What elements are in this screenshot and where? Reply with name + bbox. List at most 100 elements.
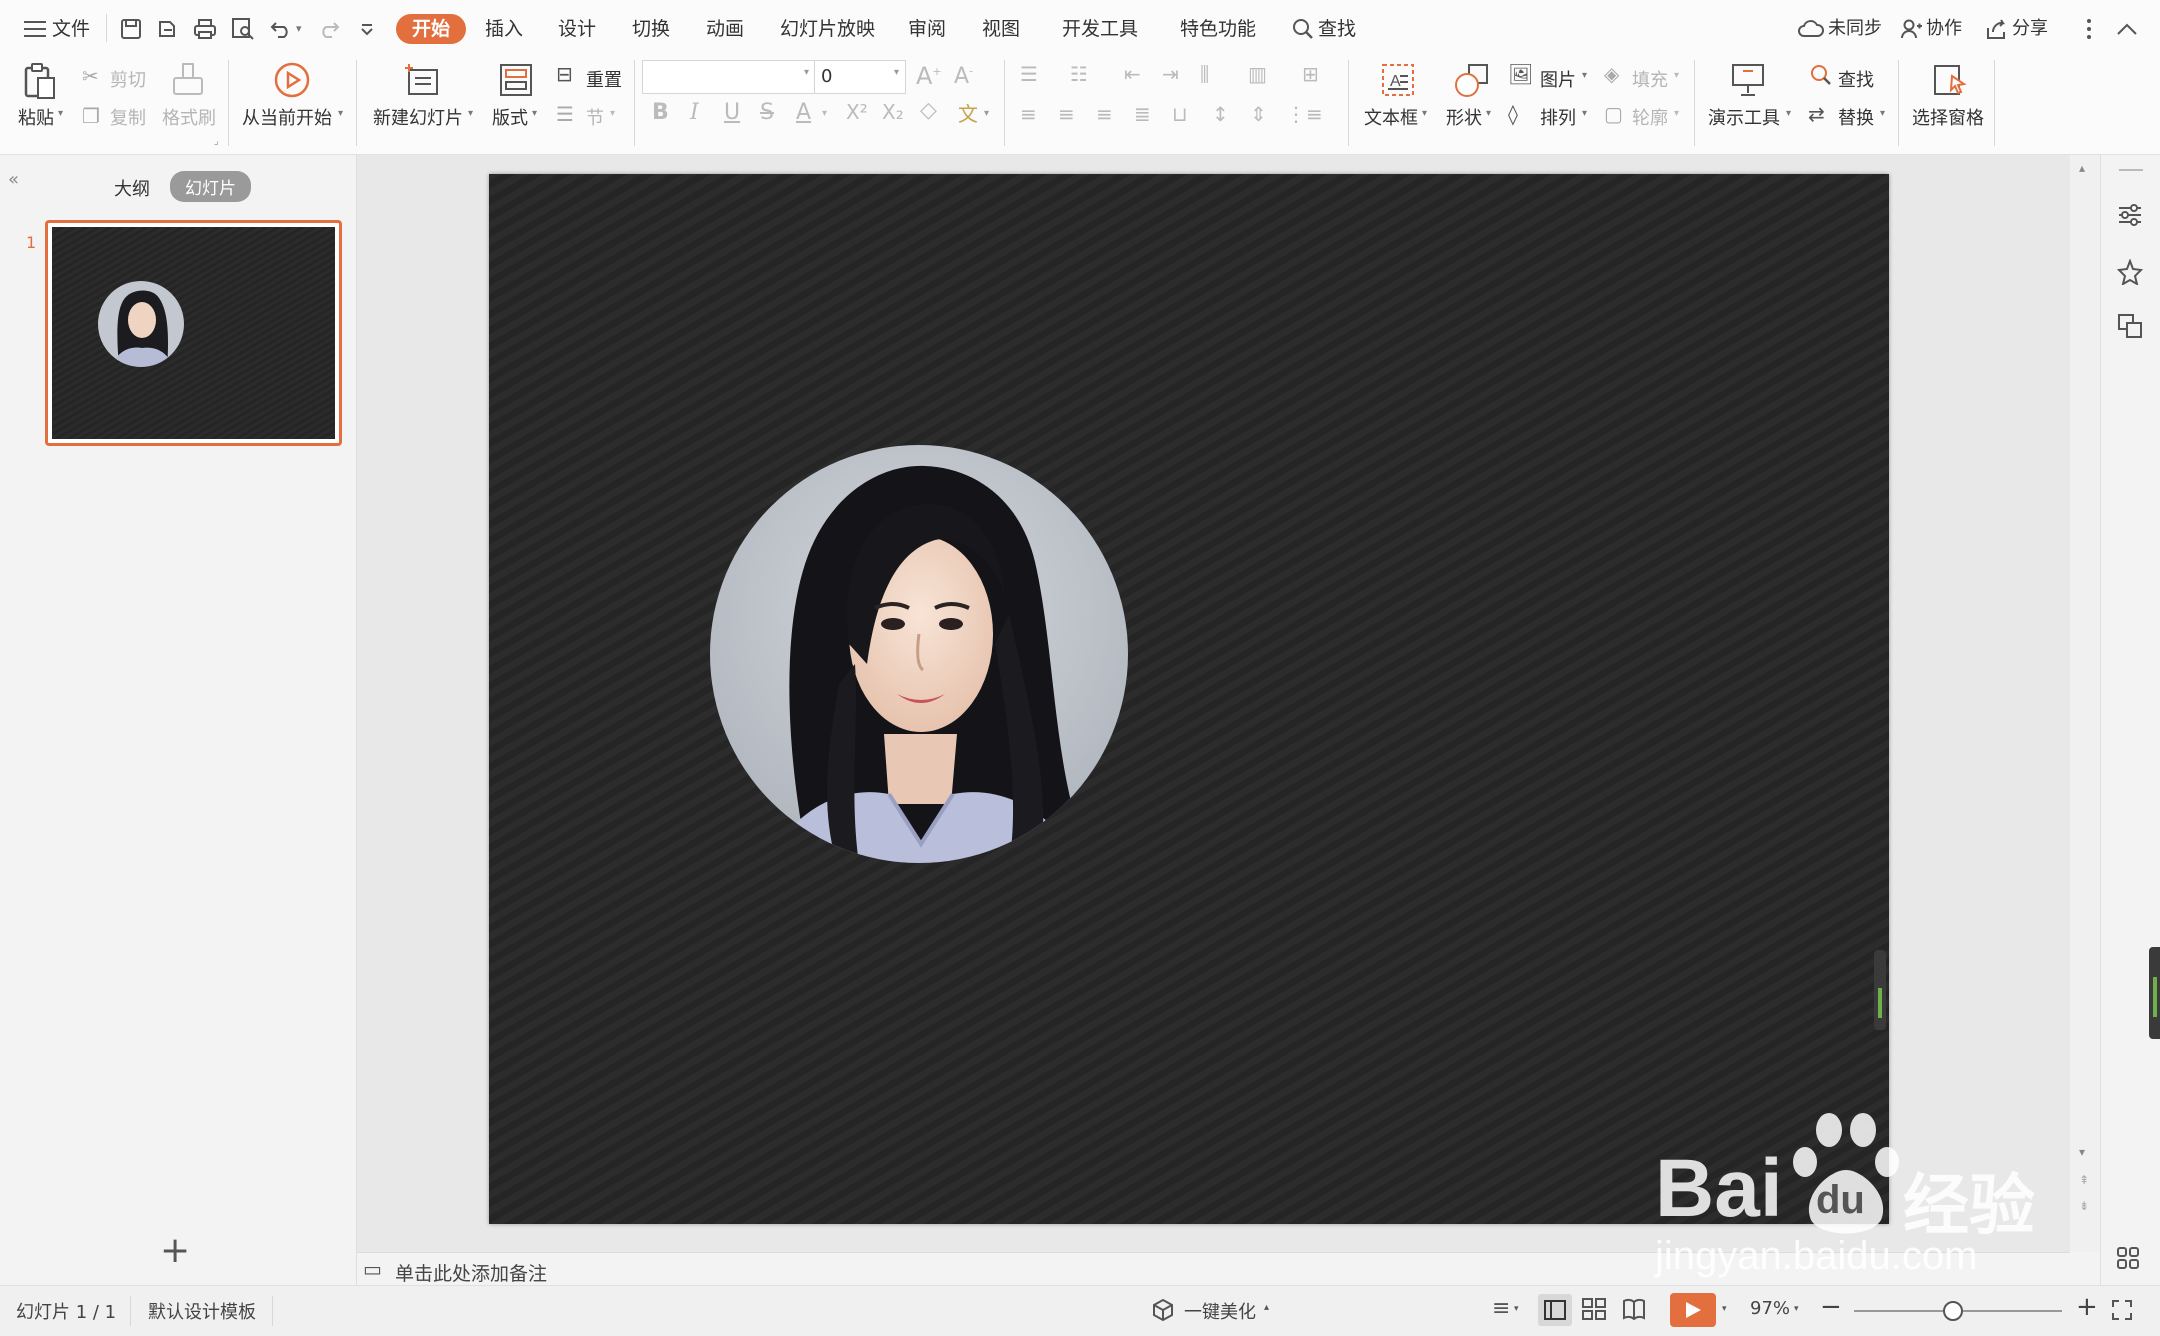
- customize-toolbar-icon[interactable]: [352, 14, 382, 44]
- floating-tool-handle[interactable]: [1874, 950, 1886, 1030]
- play-dropdown-icon[interactable]: ▾: [338, 108, 343, 119]
- portrait-image[interactable]: [709, 444, 1129, 864]
- find-icon[interactable]: [1808, 62, 1834, 88]
- notes-view-dropdown-icon[interactable]: ▾: [1514, 1304, 1519, 1314]
- beautify-toggle-icon[interactable]: ▴: [1264, 1302, 1269, 1313]
- present-tools-icon[interactable]: [1728, 60, 1768, 100]
- paste-button[interactable]: 粘贴: [18, 104, 54, 130]
- arrange-button[interactable]: 排列: [1540, 104, 1576, 130]
- properties-icon[interactable]: [2117, 203, 2143, 231]
- copy-icon[interactable]: ❐: [82, 104, 100, 128]
- hamburger-icon[interactable]: [20, 14, 50, 44]
- search-icon[interactable]: [1288, 14, 1318, 44]
- play-icon[interactable]: [272, 60, 312, 100]
- picture-icon[interactable]: 🖼: [1508, 62, 1533, 86]
- normal-view-button[interactable]: [1538, 1294, 1572, 1326]
- char-spacing-icon[interactable]: 文: [958, 98, 978, 127]
- tab-view[interactable]: 视图: [982, 14, 1020, 44]
- textbox-icon[interactable]: A: [1378, 60, 1418, 100]
- present-tools-button[interactable]: 演示工具: [1708, 104, 1780, 130]
- line-spacing-icon[interactable]: ↕: [1212, 102, 1229, 126]
- font-grow-icon[interactable]: A+: [916, 62, 942, 90]
- find-button[interactable]: 查找: [1838, 66, 1874, 92]
- numbering-icon[interactable]: ☷: [1070, 62, 1088, 86]
- undo-icon[interactable]: [266, 14, 296, 44]
- format-painter-button[interactable]: 格式刷: [162, 104, 216, 130]
- beautify-icon[interactable]: [1152, 1298, 1174, 1326]
- add-slide-icon[interactable]: +: [160, 1233, 190, 1269]
- font-name-dropdown-icon[interactable]: ▾: [804, 67, 809, 78]
- more-vertical-icon[interactable]: [2074, 14, 2104, 44]
- save-icon[interactable]: [116, 14, 146, 44]
- align-left-icon[interactable]: ≡: [1020, 102, 1037, 126]
- copy-button[interactable]: 复制: [110, 104, 146, 130]
- tab-animation[interactable]: 动画: [706, 14, 744, 44]
- prev-slide-icon[interactable]: ⇞: [2079, 1173, 2089, 1187]
- columns-icon[interactable]: ▥: [1248, 62, 1267, 86]
- select-pane-button[interactable]: 选择窗格: [1912, 104, 1984, 130]
- fill-button[interactable]: 填充: [1632, 66, 1668, 92]
- tab-slideshow[interactable]: 幻灯片放映: [780, 14, 875, 44]
- tab-slides[interactable]: 幻灯片: [170, 171, 251, 202]
- tab-transition[interactable]: 切换: [632, 14, 670, 44]
- tab-outline[interactable]: 大纲: [114, 175, 150, 201]
- clipboard-launcher-icon[interactable]: ⌟: [214, 136, 219, 147]
- font-size-dropdown-icon[interactable]: ▾: [894, 67, 899, 78]
- font-shrink-icon[interactable]: A-: [954, 64, 973, 89]
- side-tool-handle[interactable]: [2149, 947, 2160, 1039]
- para-spacing-icon[interactable]: ⇕: [1250, 102, 1267, 126]
- print-preview-icon[interactable]: [228, 14, 258, 44]
- justify-icon[interactable]: ≣: [1134, 102, 1151, 126]
- outline-icon[interactable]: ▢: [1604, 102, 1623, 126]
- redo-icon[interactable]: [314, 14, 344, 44]
- shape-dropdown-icon[interactable]: ▾: [1486, 108, 1491, 119]
- new-slide-dropdown-icon[interactable]: ▾: [468, 108, 473, 119]
- reset-icon[interactable]: ⊟: [556, 62, 573, 86]
- distribute-icon[interactable]: ⊔: [1172, 102, 1188, 126]
- italic-button[interactable]: I: [690, 100, 699, 125]
- shape-icon[interactable]: [1452, 60, 1492, 100]
- slideshow-dropdown-icon[interactable]: ▾: [1722, 1304, 1727, 1314]
- tab-developer[interactable]: 开发工具: [1062, 14, 1138, 44]
- picture-dropdown-icon[interactable]: ▾: [1582, 70, 1587, 81]
- align-text-icon[interactable]: ⊞: [1302, 62, 1319, 86]
- replace-dropdown-icon[interactable]: ▾: [1880, 108, 1885, 119]
- slide-sorter-icon[interactable]: [1582, 1298, 1606, 1324]
- apps-grid-icon[interactable]: [2117, 1247, 2139, 1273]
- cut-icon[interactable]: ✂: [82, 64, 99, 88]
- share-icon[interactable]: [1982, 14, 2012, 44]
- collaborate-icon[interactable]: [1896, 14, 1926, 44]
- shape-button[interactable]: 形状: [1446, 104, 1482, 130]
- tab-design[interactable]: 设计: [558, 14, 596, 44]
- char-spacing-dropdown-icon[interactable]: ▾: [984, 108, 989, 119]
- sync-status[interactable]: 未同步: [1828, 14, 1882, 44]
- slide-thumbnail[interactable]: [45, 220, 342, 446]
- subscript-icon[interactable]: X₂: [882, 100, 904, 124]
- outline-button[interactable]: 轮廓: [1632, 104, 1668, 130]
- textbox-dropdown-icon[interactable]: ▾: [1422, 108, 1427, 119]
- collapse-ribbon-icon[interactable]: [2112, 14, 2142, 44]
- paste-dropdown-icon[interactable]: ▾: [58, 108, 63, 119]
- replace-icon[interactable]: ⇄: [1808, 102, 1825, 126]
- play-slideshow-button[interactable]: [1670, 1293, 1716, 1327]
- reading-view-icon[interactable]: [1622, 1298, 1646, 1324]
- font-size-box[interactable]: 0 ▾: [814, 60, 906, 94]
- file-menu[interactable]: 文件: [52, 14, 90, 44]
- font-color-button[interactable]: A: [796, 100, 811, 125]
- new-slide-button[interactable]: 新建幻灯片: [373, 104, 463, 130]
- notes-view-icon[interactable]: ≡: [1492, 1296, 1510, 1321]
- cut-button[interactable]: 剪切: [110, 66, 146, 92]
- picture-button[interactable]: 图片: [1540, 66, 1576, 92]
- zoom-out-icon[interactable]: −: [1820, 1292, 1842, 1322]
- align-right-icon[interactable]: ≡: [1096, 102, 1113, 126]
- bold-button[interactable]: B: [652, 100, 669, 125]
- clear-format-icon[interactable]: ◇: [920, 98, 937, 123]
- tab-home[interactable]: 开始: [396, 14, 467, 44]
- para-settings-icon[interactable]: ⋮≡: [1286, 102, 1323, 126]
- scroll-down-icon[interactable]: ▾: [2079, 1145, 2085, 1159]
- font-name-box[interactable]: ▾: [642, 60, 816, 94]
- superscript-icon[interactable]: X²: [846, 100, 868, 124]
- fill-dropdown-icon[interactable]: ▾: [1674, 70, 1679, 81]
- present-tools-dropdown-icon[interactable]: ▾: [1786, 108, 1791, 119]
- zoom-in-icon[interactable]: +: [2076, 1292, 2098, 1322]
